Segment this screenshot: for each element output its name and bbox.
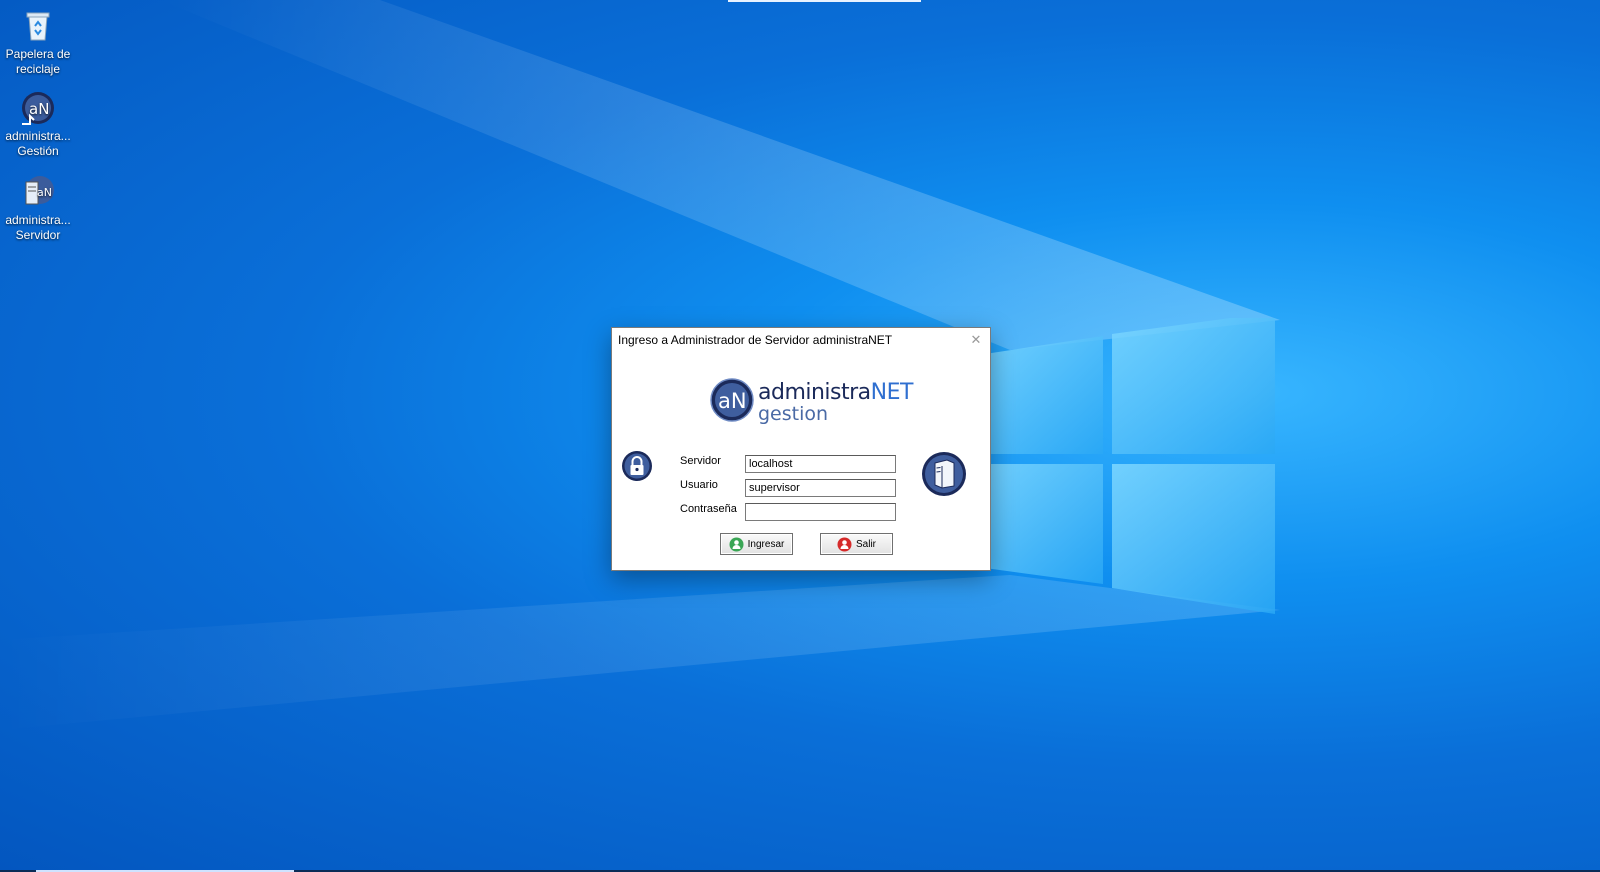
user-input[interactable] (745, 479, 896, 497)
logo-word-administra: administra (758, 380, 871, 405)
svg-text:aN: aN (37, 186, 52, 199)
server-icon (922, 452, 966, 496)
login-button-label: Ingresar (747, 538, 785, 550)
desktop-icon-label: administra... Gestión (5, 129, 71, 158)
administranet-gestion-icon: aN (22, 92, 54, 125)
exit-icon (837, 537, 852, 551)
administranet-logo: aN administraNET gestion (710, 378, 913, 426)
desktop-icon-label: administra... Servidor (5, 213, 71, 242)
server-label: Servidor (680, 455, 721, 467)
lock-icon (622, 451, 652, 481)
desktop-icon-administranet-servidor[interactable]: aN administra... Servidor (0, 174, 76, 243)
exit-button-label: Salir (855, 538, 876, 550)
desktop: Papelera de reciclaje aN administra... G… (0, 0, 1600, 872)
password-input[interactable] (745, 503, 896, 521)
desktop-icon-recycle-bin[interactable]: Papelera de reciclaje (0, 8, 76, 77)
desktop-icon-administranet-gestion[interactable]: aN administra... Gestión (0, 90, 76, 159)
administranet-logo-mark: aN (710, 378, 754, 422)
recycle-bin-icon (26, 12, 50, 41)
close-icon[interactable]: ✕ (968, 332, 984, 348)
logo-subtitle: gestion (758, 403, 829, 425)
login-button[interactable]: Ingresar (720, 533, 793, 555)
logo-wordmark: administraNET (758, 380, 913, 405)
exit-button[interactable]: Salir (820, 533, 893, 555)
svg-text:aN: aN (29, 100, 49, 118)
login-dialog: Ingreso a Administrador de Servidor admi… (611, 327, 991, 571)
login-icon (729, 537, 744, 551)
desktop-icon-label: Papelera de reciclaje (5, 47, 71, 76)
windows-logo-wallpaper (985, 318, 1275, 614)
dialog-title: Ingreso a Administrador de Servidor admi… (618, 333, 893, 347)
svg-text:aN: aN (718, 389, 747, 413)
top-highlight-bar (728, 0, 921, 2)
logo-word-net: NET (870, 380, 914, 405)
server-input[interactable] (745, 455, 896, 473)
administranet-servidor-icon: aN (25, 176, 54, 205)
password-label: Contraseña (680, 503, 737, 515)
user-label: Usuario (680, 479, 718, 491)
